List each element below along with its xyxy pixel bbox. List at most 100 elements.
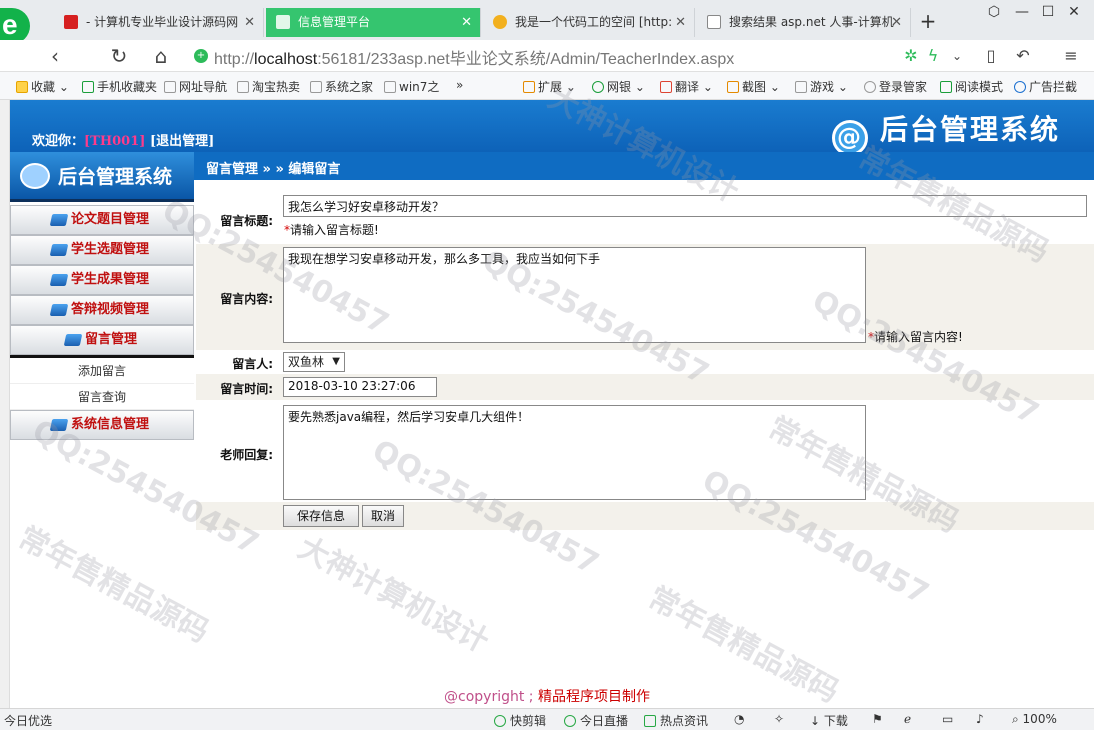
star-favicon-icon [493, 15, 507, 29]
cancel-button[interactable]: 取消 [362, 505, 404, 527]
content-label: 留言内容: [220, 292, 273, 306]
status-bug-icon[interactable]: ✧ [774, 712, 784, 726]
messages-submenu: 添加留言 留言查询 [10, 358, 194, 410]
reader-mode[interactable]: 阅读模式 [940, 78, 1003, 95]
url-text[interactable]: http://localhost:56181/233asp.net毕业论文系统/… [214, 45, 734, 69]
mobile-icon[interactable]: ▯ [978, 43, 1004, 69]
bookmark-mobile[interactable]: 手机收藏夹 [82, 78, 157, 95]
status-ie-icon[interactable]: ℯ [904, 712, 911, 726]
skin-icon[interactable]: ⬡ [982, 4, 1006, 20]
submenu-add-message[interactable]: 添加留言 [10, 358, 194, 384]
folder-icon [49, 244, 69, 256]
bookmarks-more[interactable]: » [456, 78, 463, 92]
menu-icon[interactable]: ≡ [1058, 43, 1084, 69]
bookmarks-bar: 收藏 ⌄ 手机收藏夹 网址导航 淘宝热卖 系统之家 win7之 » 扩展 ⌄ 网… [0, 72, 1094, 100]
address-bar[interactable]: + http://localhost:56181/233asp.net毕业论文系… [190, 43, 978, 69]
status-download[interactable]: ↓ 下载 [810, 712, 848, 729]
save-button[interactable]: 保存信息 [283, 505, 359, 527]
sidebar-item-messages[interactable]: 留言管理 [10, 325, 194, 355]
time-label: 留言时间: [220, 382, 273, 396]
translate-icon [660, 81, 672, 93]
bookmark-xitong[interactable]: 系统之家 [310, 78, 373, 95]
page-icon [237, 81, 249, 93]
title-input[interactable]: 我怎么学习好安卓移动开发？ [283, 195, 1087, 217]
sidebar-item-video[interactable]: 答辩视频管理 [10, 295, 194, 325]
tab-code-space[interactable]: 我是一个代码工的空间 [http: ✕ [483, 8, 695, 37]
person-select[interactable]: 双鱼林 ▼ [283, 352, 345, 372]
key-icon [864, 81, 876, 93]
status-news[interactable]: 热点资讯 [644, 712, 708, 729]
status-flag-icon[interactable]: ⚑ [872, 712, 883, 726]
page-footer: @copyright ; 精品程序项目制作 [444, 689, 650, 705]
star-icon [16, 81, 28, 93]
status-zoom[interactable]: ⌕ 100% [1012, 712, 1057, 727]
screenshot-menu[interactable]: 截图 ⌄ [727, 78, 780, 95]
home-icon[interactable]: ⌂ [148, 43, 174, 69]
person-label: 留言人: [232, 357, 273, 371]
translate-menu[interactable]: 翻译 ⌄ [660, 78, 713, 95]
bookmark-nav[interactable]: 网址导航 [164, 78, 227, 95]
content-hint: *请输入留言内容! [868, 330, 963, 344]
breadcrumb: 留言管理 » » 编辑留言 [206, 162, 341, 177]
page-content: 欢迎你：[TH001] [退出管理] @ 后台管理系统 后台管理系统 留言管理 »… [0, 80, 1094, 710]
tab-title: 信息管理平台 [298, 15, 371, 29]
content-textarea[interactable]: 我现在想学习安卓移动开发，那么多工具，我应当如何下手 [283, 247, 866, 343]
sidebar-item-selection[interactable]: 学生选题管理 [10, 235, 194, 265]
close-tab-icon[interactable]: ✕ [675, 8, 686, 37]
close-tab-icon[interactable]: ✕ [244, 8, 255, 37]
login-manager[interactable]: 登录管家 [864, 78, 927, 95]
content-row: 留言内容: 我现在想学习安卓移动开发，那么多工具，我应当如何下手 *请输入留言内… [196, 244, 1094, 350]
status-today-picks[interactable]: 今日优选 [4, 712, 52, 729]
lightning-icon[interactable]: ϟ [920, 43, 946, 69]
tab-info-platform[interactable]: 信息管理平台 ✕ [266, 8, 481, 37]
sidebar-item-results[interactable]: 学生成果管理 [10, 265, 194, 295]
undo-icon[interactable]: ↶ [1010, 43, 1036, 69]
maximize-icon[interactable]: ☐ [1036, 4, 1060, 20]
minimize-icon[interactable]: — [1010, 4, 1034, 20]
logout-link[interactable]: [退出管理] [150, 134, 214, 149]
extensions-menu[interactable]: 扩展 ⌄ [523, 78, 576, 95]
breadcrumb-bar: 留言管理 » » 编辑留言 [194, 152, 1094, 180]
chevron-down-icon: ▼ [332, 356, 340, 367]
close-tab-icon[interactable]: ✕ [461, 8, 472, 37]
sidebar-logo-panel: 后台管理系统 [10, 152, 194, 202]
status-live[interactable]: 今日直播 [564, 712, 628, 729]
browser-nav-bar: ‹ ↻ ⌂ + http://localhost:56181/233asp.ne… [0, 40, 1094, 72]
time-input[interactable]: 2018-03-10 23:27:06 [283, 377, 437, 397]
reply-textarea[interactable]: 要先熟悉java编程，然后学习安卓几大组件！ [283, 405, 866, 500]
page-icon [164, 81, 176, 93]
sidebar-menu: 论文题目管理 学生选题管理 学生成果管理 答辩视频管理 留言管理 添加留言 留言… [10, 205, 194, 440]
bookmark-favorites[interactable]: 收藏 ⌄ [16, 78, 69, 95]
submenu-query-message[interactable]: 留言查询 [10, 384, 194, 410]
user-id: [TH001] [84, 134, 146, 149]
back-icon[interactable]: ‹ [42, 43, 68, 69]
tab-source-site[interactable]: - 计算机专业毕业设计源码网 ✕ [54, 8, 264, 37]
folder-icon [49, 214, 69, 226]
status-quick-clip[interactable]: 快剪辑 [494, 712, 546, 729]
block-icon [1014, 81, 1026, 93]
page-favicon-icon [276, 15, 290, 29]
bookmark-win7[interactable]: win7之 [384, 78, 439, 95]
secure-shield-icon: + [194, 49, 208, 63]
close-window-icon[interactable]: ✕ [1062, 4, 1086, 20]
browser-logo-icon[interactable]: e [0, 8, 30, 44]
dropdown-icon[interactable]: ⌄ [944, 43, 970, 69]
reload-icon[interactable]: ↻ [106, 43, 132, 69]
book-icon [940, 81, 952, 93]
bank-menu[interactable]: 网银 ⌄ [592, 78, 645, 95]
folder-icon [49, 274, 69, 286]
status-window-icon[interactable]: ▭ [942, 712, 953, 726]
games-menu[interactable]: 游戏 ⌄ [795, 78, 848, 95]
folder-icon [49, 419, 69, 431]
sidebar-item-system[interactable]: 系统信息管理 [10, 410, 194, 440]
title-row: 留言标题: 我怎么学习好安卓移动开发？ *请输入留言标题! [196, 188, 1094, 244]
status-volume-icon[interactable]: ♪ [976, 712, 984, 726]
close-tab-icon[interactable]: ✕ [891, 8, 902, 37]
ad-block[interactable]: 广告拦截 [1014, 78, 1077, 95]
bookmark-taobao[interactable]: 淘宝热卖 [237, 78, 300, 95]
time-row: 留言时间: 2018-03-10 23:27:06 [196, 374, 1094, 400]
tab-search-results[interactable]: 搜索结果 asp.net 人事-计算机 ✕ [697, 8, 911, 37]
sidebar-item-thesis[interactable]: 论文题目管理 [10, 205, 194, 235]
status-speed-icon[interactable]: ◔ [734, 712, 744, 726]
new-tab-button[interactable]: + [916, 8, 940, 37]
